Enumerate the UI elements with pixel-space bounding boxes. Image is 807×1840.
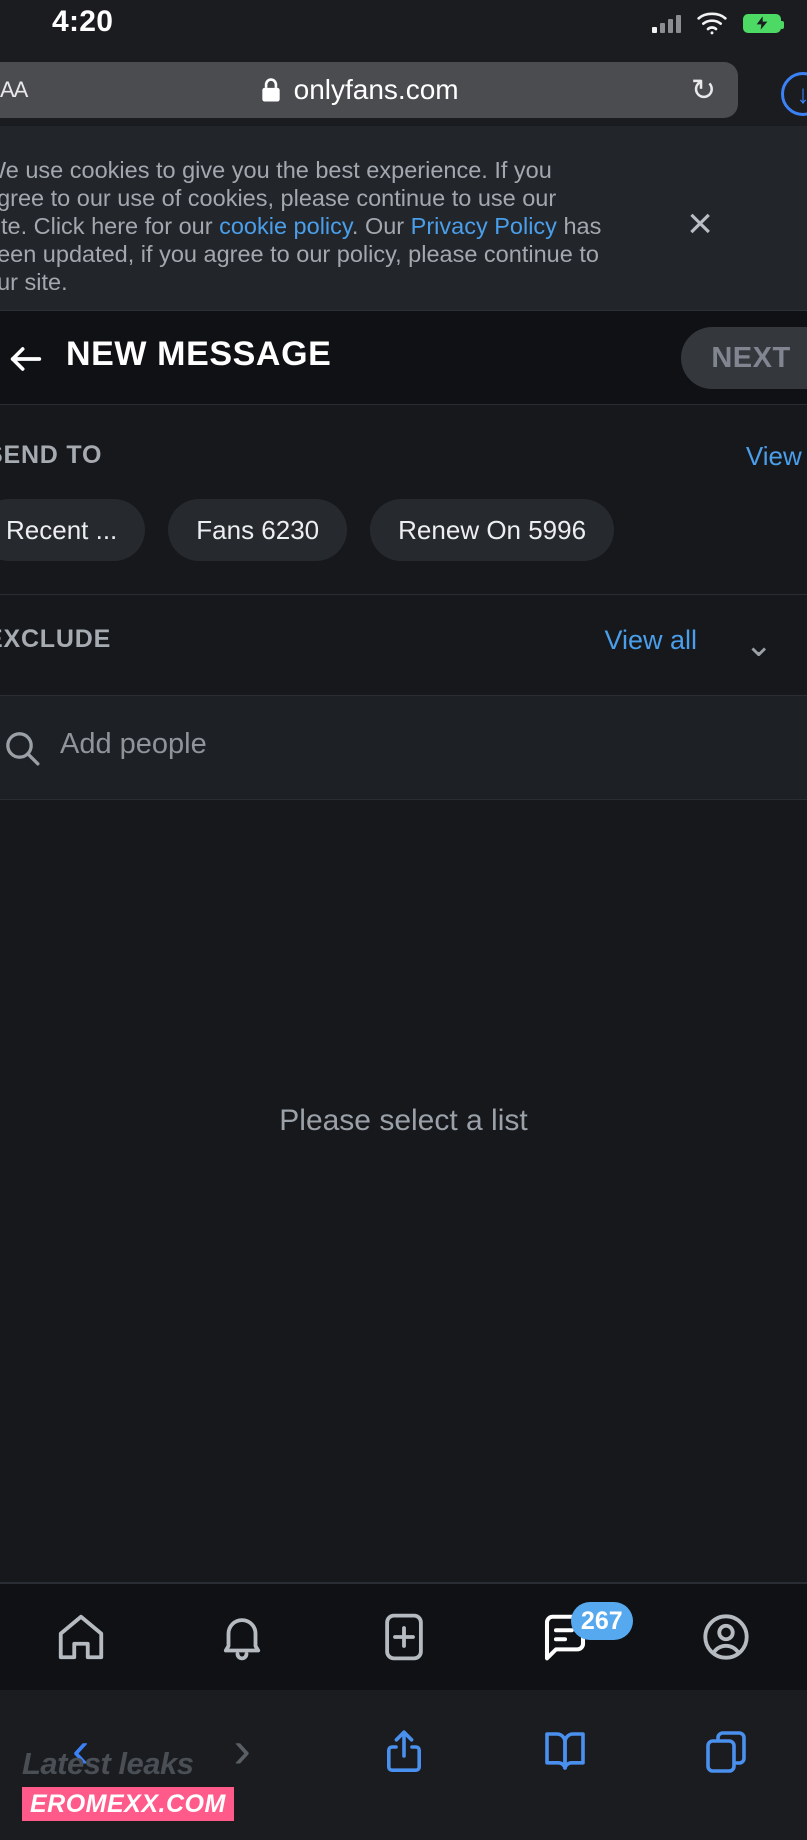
add-people-input[interactable]: Add people — [60, 728, 207, 761]
book-icon — [545, 1732, 585, 1770]
nav-item-home[interactable] — [0, 1584, 161, 1690]
chevron-right-icon: › — [233, 1721, 251, 1779]
list-chip-recent[interactable]: Recent ... — [0, 499, 146, 561]
add-people-row[interactable]: Add people — [0, 696, 807, 800]
back-arrow-icon[interactable] — [6, 339, 46, 379]
url-text: onlyfans.com — [293, 74, 459, 105]
browser-toolbar: AA onlyfans.com ↻ ↓ — [0, 48, 807, 126]
browser-back-button[interactable]: ‹ — [0, 1690, 161, 1776]
battery-charging-icon — [743, 13, 784, 33]
new-message-header: NEW MESSAGE NEXT — [0, 311, 807, 405]
downloads-icon[interactable]: ↓ — [781, 72, 807, 116]
cellular-signal-icon — [652, 13, 681, 33]
home-icon — [58, 1614, 103, 1660]
nav-item-messages[interactable]: 267 — [484, 1584, 645, 1690]
next-button-label: NEXT — [711, 341, 791, 374]
cookie-policy-link[interactable]: cookie policy — [219, 213, 352, 239]
messages-badge: 267 — [570, 1602, 633, 1640]
send-to-view-all-link[interactable]: View all — [746, 441, 807, 472]
share-icon — [386, 1730, 421, 1772]
status-time: 4:20 — [52, 5, 114, 38]
chevron-down-icon[interactable]: ⌄ — [745, 625, 774, 665]
chevron-left-icon: ‹ — [72, 1721, 90, 1779]
list-content-area: Please select a list — [0, 800, 807, 1583]
nav-item-new-post[interactable] — [323, 1584, 484, 1690]
send-to-header: SEND TO View all — [0, 405, 807, 501]
exclude-view-all-link[interactable]: View all — [604, 625, 697, 656]
browser-bookmarks-button[interactable] — [484, 1690, 645, 1778]
browser-forward-button[interactable]: › — [161, 1690, 322, 1776]
cookie-banner-text: We use cookies to give you the best expe… — [0, 156, 604, 296]
url-display[interactable]: onlyfans.com — [27, 74, 691, 106]
nav-item-profile[interactable] — [646, 1584, 807, 1690]
page-title: NEW MESSAGE — [66, 335, 332, 373]
wifi-icon — [697, 12, 727, 35]
exclude-section: EXCLUDE View all ⌄ — [0, 595, 807, 696]
browser-tabs-button[interactable] — [646, 1690, 807, 1778]
lock-icon — [261, 78, 280, 102]
close-icon[interactable]: × — [687, 202, 713, 246]
browser-share-button[interactable] — [323, 1690, 484, 1778]
address-bar[interactable]: AA onlyfans.com ↻ — [0, 62, 738, 118]
reload-icon[interactable]: ↻ — [691, 73, 716, 108]
send-to-section: SEND TO View all Recent ... Fans 6230 Re… — [0, 405, 807, 595]
cookie-banner: We use cookies to give you the best expe… — [0, 126, 807, 311]
tabs-icon — [706, 1731, 747, 1773]
text-size-button[interactable]: AA — [0, 77, 28, 103]
profile-icon — [703, 1614, 749, 1660]
status-indicators — [652, 11, 784, 35]
list-chip-renew-on[interactable]: Renew On 5996 — [370, 499, 615, 561]
send-to-chip-list: Recent ... Fans 6230 Renew On 5996 — [0, 499, 615, 561]
exclude-label: EXCLUDE — [0, 625, 112, 653]
privacy-policy-link[interactable]: Privacy Policy — [411, 213, 557, 239]
search-icon — [6, 732, 40, 766]
notifications-bell-icon — [223, 1618, 261, 1661]
app-bottom-nav: 267 — [0, 1583, 807, 1690]
empty-state-message: Please select a list — [279, 1104, 528, 1137]
send-to-label: SEND TO — [0, 441, 103, 469]
list-chip-fans[interactable]: Fans 6230 — [168, 499, 348, 561]
next-button[interactable]: NEXT — [681, 327, 807, 389]
add-post-icon — [384, 1613, 423, 1661]
status-bar: 4:20 — [0, 0, 807, 48]
cookie-text-part2: . Our — [351, 213, 411, 239]
nav-item-notifications[interactable] — [161, 1584, 322, 1690]
app-root: 4:20 AA onlyfans.com ↻ ↓ We use cookies … — [0, 0, 807, 1840]
safari-bottom-toolbar: ‹ › — [0, 1690, 807, 1840]
